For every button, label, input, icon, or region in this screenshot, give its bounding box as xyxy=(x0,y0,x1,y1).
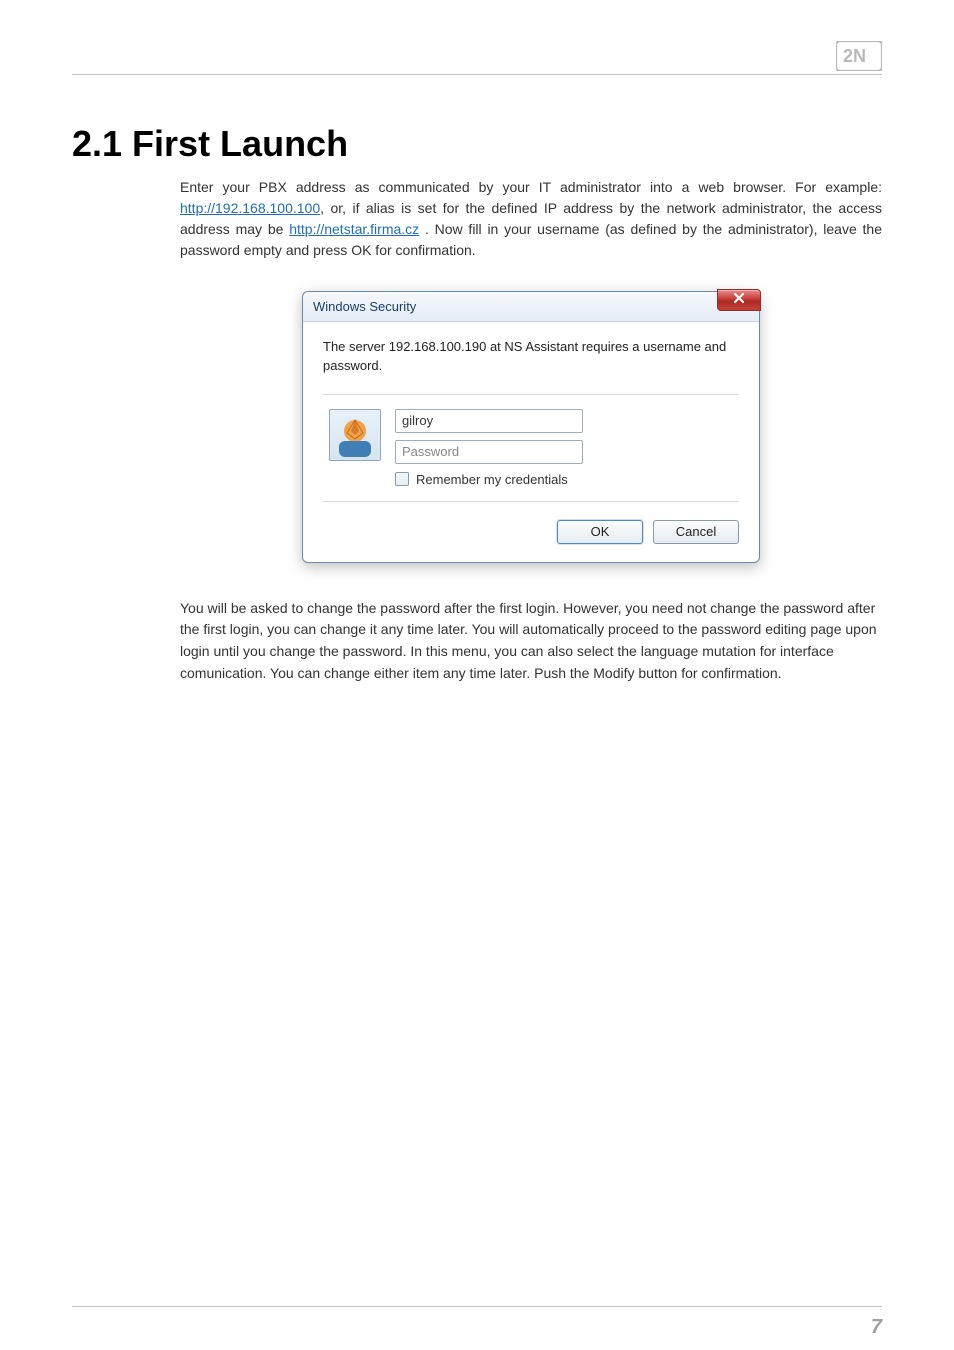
dialog-figure: Windows Security The server 192.168.100.… xyxy=(302,291,760,563)
dialog-body: The server 192.168.100.190 at NS Assista… xyxy=(303,322,759,562)
credentials-block: gilroy Password Remember my credentials xyxy=(323,394,739,502)
remember-checkbox[interactable] xyxy=(395,472,409,486)
dialog-prompt: The server 192.168.100.190 at NS Assista… xyxy=(323,338,739,376)
windows-security-dialog: Windows Security The server 192.168.100.… xyxy=(302,291,760,563)
page-number: 7 xyxy=(871,1316,882,1339)
example-alias-link[interactable]: http://netstar.firma.cz xyxy=(289,221,419,237)
cancel-label: Cancel xyxy=(676,524,716,539)
cancel-button[interactable]: Cancel xyxy=(653,520,739,544)
header-divider xyxy=(72,45,882,75)
close-button[interactable] xyxy=(717,289,761,311)
password-field[interactable]: Password xyxy=(395,440,583,464)
page-content: 2N 2.1 First Launch Enter your PBX addre… xyxy=(0,0,954,684)
credential-fields: gilroy Password Remember my credentials xyxy=(395,409,583,487)
dialog-footer: OK Cancel xyxy=(323,520,739,544)
follow-up-paragraph: You will be asked to change the password… xyxy=(180,598,882,685)
footer-divider xyxy=(72,1306,882,1308)
close-icon xyxy=(732,291,746,310)
intro-paragraph: Enter your PBX address as communicated b… xyxy=(180,177,882,261)
password-placeholder: Password xyxy=(402,444,459,459)
page-footer: 7 xyxy=(72,1306,882,1308)
example-ip-link[interactable]: http://192.168.100.100 xyxy=(180,200,320,216)
ok-button[interactable]: OK xyxy=(557,520,643,544)
ok-label: OK xyxy=(591,524,610,539)
dialog-title: Windows Security xyxy=(313,299,416,314)
username-field[interactable]: gilroy xyxy=(395,409,583,433)
intro-text-1: Enter your PBX address as communicated b… xyxy=(180,179,882,195)
remember-label: Remember my credentials xyxy=(416,472,568,487)
svg-text:2N: 2N xyxy=(843,46,866,66)
page-title: 2.1 First Launch xyxy=(72,123,882,165)
remember-credentials-row[interactable]: Remember my credentials xyxy=(395,472,583,487)
content-body: Enter your PBX address as communicated b… xyxy=(180,177,882,684)
username-value: gilroy xyxy=(402,413,433,428)
brand-logo: 2N xyxy=(836,41,882,71)
user-avatar-icon xyxy=(329,409,381,461)
page-header: 2N xyxy=(72,45,882,83)
dialog-titlebar: Windows Security xyxy=(303,292,759,322)
